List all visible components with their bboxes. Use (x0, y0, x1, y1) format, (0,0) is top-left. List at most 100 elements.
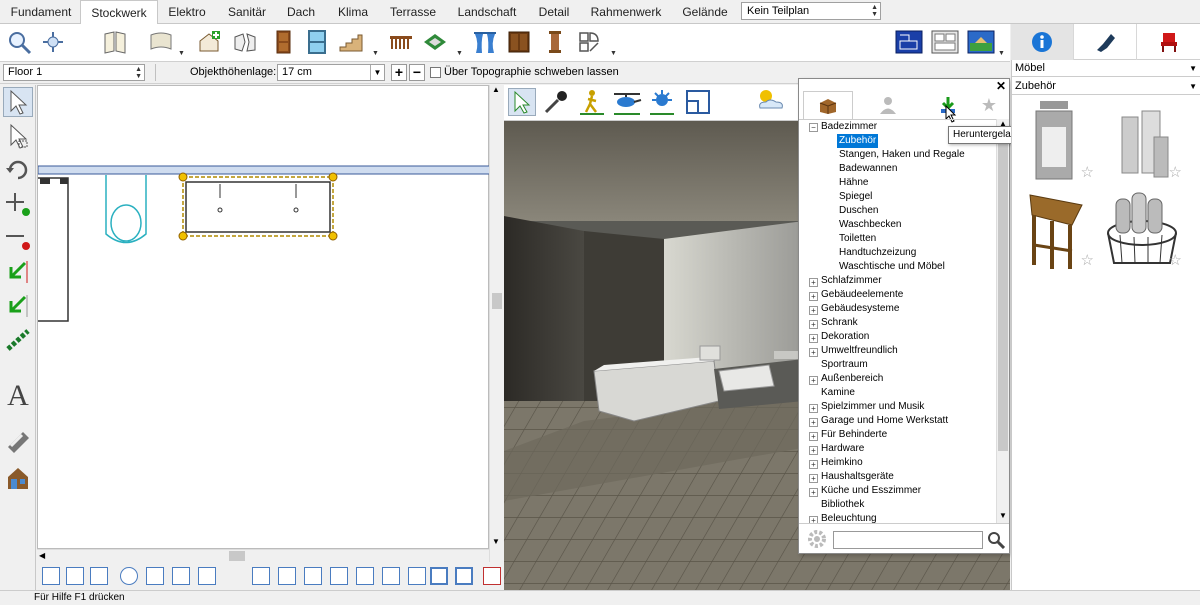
star-icon[interactable]: ☆ (1081, 251, 1094, 269)
info-tab[interactable] (1011, 24, 1074, 60)
align-right-icon[interactable] (198, 567, 216, 585)
expand-icon[interactable]: + (809, 292, 818, 301)
house-icon[interactable] (3, 463, 33, 493)
expand-icon[interactable]: + (809, 404, 818, 413)
tree-item-bibliothek[interactable]: Bibliothek (821, 498, 864, 512)
tree-item-waschbecken[interactable]: Waschbecken (839, 218, 901, 232)
door-icon[interactable] (268, 27, 298, 57)
plan-view[interactable] (37, 85, 491, 549)
scroll-thumb[interactable] (229, 551, 245, 561)
expand-icon[interactable]: + (809, 348, 818, 357)
catalog-item-corner-shelf[interactable]: ☆ (1012, 185, 1098, 271)
tree-item-umweltfreundlich[interactable]: Umweltfreundlich (821, 344, 898, 358)
height-input[interactable]: 17 cm ▼ (277, 64, 385, 81)
book-map-icon[interactable] (100, 27, 130, 57)
sprinkler-icon[interactable] (648, 88, 676, 119)
catalog-subcategory-select[interactable]: Zubehör ▼ (1012, 78, 1200, 95)
scroll-thumb[interactable] (998, 135, 1008, 451)
chevron-down-icon[interactable]: ▼ (370, 65, 384, 80)
tree-item-spielzimmer[interactable]: Spielzimmer und Musik (821, 400, 924, 414)
distribute-h-icon[interactable] (252, 567, 270, 585)
shapes-icon[interactable] (574, 27, 604, 57)
tree-item-beleuchtung[interactable]: Beleuchtung (821, 512, 877, 523)
chevron-down-icon[interactable]: ▼ (178, 50, 185, 57)
catalog-item-towel-basket[interactable]: ☆ (1100, 185, 1186, 271)
star-icon[interactable]: ☆ (1081, 163, 1094, 181)
distribute-v-icon[interactable] (278, 567, 296, 585)
catalog-category-select[interactable]: Möbel ▼ (1012, 60, 1200, 77)
eyedropper-icon[interactable] (542, 88, 570, 119)
tree-item-aussenbereich[interactable]: Außenbereich (821, 372, 883, 386)
tab-elektro[interactable]: Elektro (158, 0, 216, 24)
3d-view-icon[interactable] (966, 27, 996, 57)
tree-item-zubehoer[interactable]: Zubehör (837, 134, 879, 148)
tree-item-heimkino[interactable]: Heimkino (821, 456, 863, 470)
tab-landschaft[interactable]: Landschaft (444, 0, 530, 24)
plan-horizontal-scrollbar[interactable]: ◀ (37, 549, 489, 562)
align-center-icon[interactable] (120, 567, 138, 585)
tab-dach[interactable]: Dach (278, 0, 324, 24)
plan-overview-icon[interactable] (684, 88, 712, 119)
plan-select[interactable]: Kein Teilplan ▲ ▼ (741, 2, 881, 20)
tree-item-handtuchzeizung[interactable]: Handtuchzeizung (839, 246, 916, 260)
center-objects-icon[interactable] (304, 567, 322, 585)
helicopter-icon[interactable] (612, 88, 642, 119)
elevation-view-icon[interactable] (930, 27, 960, 57)
space-evenly-icon[interactable] (356, 567, 374, 585)
stack-icon[interactable] (382, 567, 400, 585)
chevron-down-icon[interactable]: ▼ (492, 537, 500, 546)
frame-inner-icon[interactable] (455, 567, 473, 585)
chevron-down-icon[interactable]: ▼ (998, 50, 1005, 57)
chevron-left-icon[interactable]: ◀ (39, 551, 45, 560)
stairs-icon[interactable] (336, 27, 366, 57)
topography-checkbox[interactable] (430, 67, 441, 78)
tree-item-badewannen[interactable]: Badewannen (839, 162, 897, 176)
wall-panel-icon[interactable] (146, 27, 176, 57)
flip-icon[interactable] (408, 567, 426, 585)
tree-item-gebaeudesysteme[interactable]: Gebäudesysteme (821, 302, 899, 316)
chevron-up-icon[interactable]: ▲ (492, 85, 500, 94)
move-edge-icon[interactable] (3, 291, 33, 321)
text-tool-icon[interactable]: A (3, 379, 33, 412)
tree-item-schlafzimmer[interactable]: Schlafzimmer (821, 274, 882, 288)
tree-item-duschen[interactable]: Duschen (839, 204, 878, 218)
floor-plan-view-icon[interactable] (894, 27, 924, 57)
railing-icon[interactable] (386, 27, 416, 57)
expand-icon[interactable]: + (809, 418, 818, 427)
tree-item-sportraum[interactable]: Sportraum (821, 358, 868, 372)
catalog-item-dispenser-set[interactable]: ☆ (1100, 97, 1186, 183)
library-tab-catalog[interactable] (803, 91, 853, 119)
tab-gelaende[interactable]: Gelände (674, 0, 736, 24)
collapse-icon[interactable]: − (809, 123, 818, 132)
floor-select[interactable]: Floor 1 ▲ ▼ (3, 64, 145, 81)
expand-icon[interactable]: + (809, 278, 818, 287)
add-point-icon[interactable] (3, 189, 33, 219)
select-group-icon[interactable] (3, 121, 33, 151)
gear-icon[interactable] (807, 529, 827, 552)
expand-icon[interactable]: + (809, 306, 818, 315)
tree-item-haehne[interactable]: Hähne (839, 176, 868, 190)
frame-icon[interactable] (430, 567, 448, 585)
sunlight-icon[interactable] (754, 86, 786, 121)
tree-item-behinderte[interactable]: Für Behinderte (821, 428, 887, 442)
decrease-button[interactable]: − (409, 64, 425, 81)
pen-tab[interactable] (1074, 24, 1137, 60)
add-room-icon[interactable] (194, 27, 224, 57)
tree-item-garage[interactable]: Garage und Home Werkstatt (821, 414, 948, 428)
star-icon[interactable]: ☆ (1169, 163, 1182, 181)
align-middle-icon[interactable] (66, 567, 84, 585)
plan-vertical-scrollbar[interactable]: ▲ ▼ (489, 85, 504, 562)
tree-item-spiegel[interactable]: Spiegel (839, 190, 872, 204)
library-tab-user[interactable] (863, 91, 913, 119)
tab-terrasse[interactable]: Terrasse (382, 0, 444, 24)
align-hcenter-icon[interactable] (172, 567, 190, 585)
expand-icon[interactable]: + (809, 516, 818, 523)
remove-point-icon[interactable] (3, 223, 33, 253)
tab-detail[interactable]: Detail (530, 0, 578, 24)
walkthrough-icon[interactable] (578, 88, 606, 119)
window-icon[interactable] (302, 27, 332, 57)
curtain-icon[interactable] (470, 27, 500, 57)
select-arrow-icon[interactable] (3, 87, 33, 117)
star-icon[interactable]: ☆ (1169, 251, 1182, 269)
tree-item-kueche[interactable]: Küche und Esszimmer (821, 484, 921, 498)
